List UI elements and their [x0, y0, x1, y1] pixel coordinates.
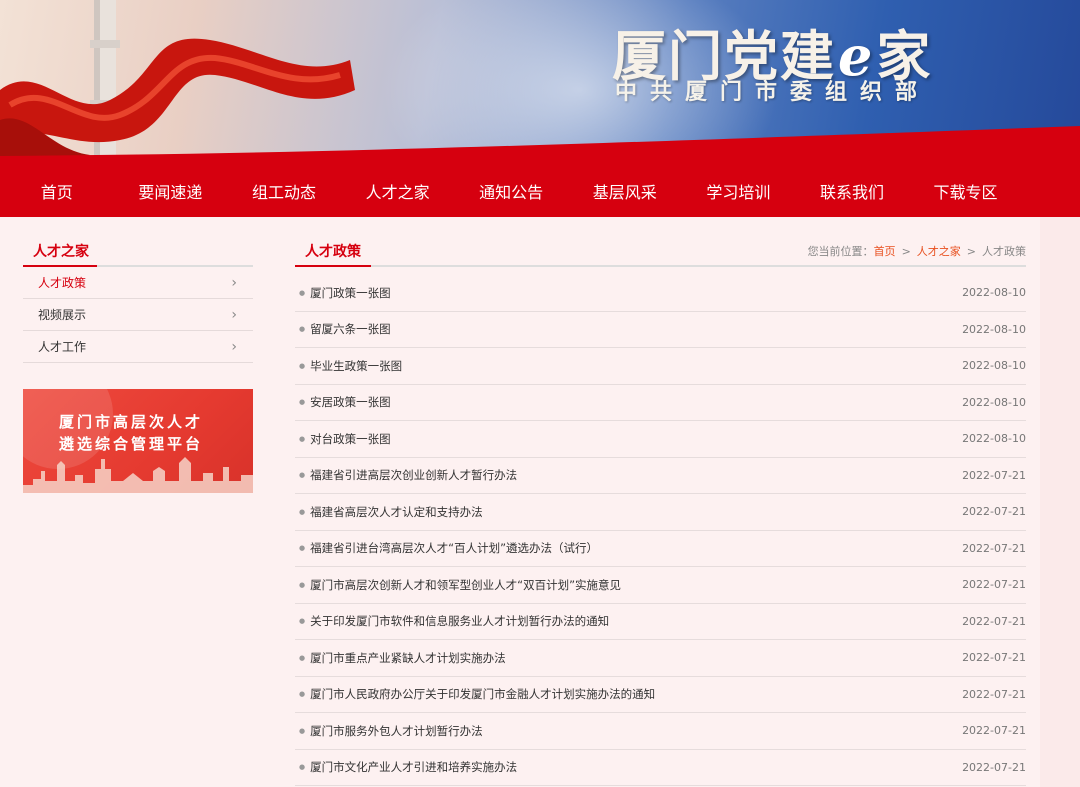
- sidebar-item-videos[interactable]: 视频展示 ›: [23, 299, 253, 331]
- article-date: 2022-08-10: [962, 322, 1026, 336]
- article-title[interactable]: 福建省引进高层次创业创新人才暂行办法: [299, 467, 517, 483]
- list-item[interactable]: 对台政策一张图 2022-08-10: [295, 421, 1026, 458]
- article-list: 厦门政策一张图 2022-08-10 留厦六条一张图 2022-08-10 毕业生政…: [295, 275, 1026, 786]
- article-date: 2022-07-21: [962, 505, 1026, 519]
- header-banner: 厦门党建e家 中共厦门市委组织部: [0, 0, 1080, 165]
- city-skyline-icon: [23, 457, 253, 493]
- talent-platform-banner[interactable]: 厦门市高层次人才 遴选综合管理平台: [23, 389, 253, 493]
- list-item[interactable]: 安居政策一张图 2022-08-10: [295, 385, 1026, 421]
- article-title[interactable]: 对台政策一张图: [299, 431, 391, 447]
- article-title[interactable]: 厦门市重点产业紧缺人才计划实施办法: [299, 650, 506, 666]
- nav-item-downloads[interactable]: 下载专区: [909, 179, 1023, 203]
- promo-line-1: 厦门市高层次人才: [59, 413, 204, 431]
- sidebar-heading-label: 人才之家: [23, 241, 97, 267]
- content-heading: 人才政策 您当前位置：首页 > 人才之家 > 人才政策: [295, 241, 1026, 267]
- breadcrumb-separator: >: [966, 245, 976, 258]
- article-date: 2022-08-10: [962, 395, 1026, 409]
- nav-item-training[interactable]: 学习培训: [682, 179, 796, 203]
- list-item[interactable]: 福建省高层次人才认定和支持办法 2022-07-21: [295, 494, 1026, 531]
- article-date: 2022-07-21: [962, 578, 1026, 592]
- breadcrumb-prefix: 您当前位置：: [807, 245, 874, 258]
- nav-item-org-updates[interactable]: 组工动态: [227, 179, 341, 203]
- article-date: 2022-08-10: [962, 359, 1026, 373]
- article-title[interactable]: 留厦六条一张图: [299, 321, 391, 337]
- list-item[interactable]: 福建省引进台湾高层次人才“百人计划”遴选办法（试行） 2022-07-21: [295, 531, 1026, 567]
- list-item[interactable]: 福建省引进高层次创业创新人才暂行办法 2022-07-21: [295, 458, 1026, 494]
- article-date: 2022-08-10: [962, 432, 1026, 446]
- article-title[interactable]: 厦门市人民政府办公厅关于印发厦门市金融人才计划实施办法的通知: [299, 686, 655, 702]
- list-item[interactable]: 关于印发厦门市软件和信息服务业人才计划暂行办法的通知 2022-07-21: [295, 604, 1026, 640]
- list-item[interactable]: 厦门市重点产业紧缺人才计划实施办法 2022-07-21: [295, 640, 1026, 677]
- nav-item-contact[interactable]: 联系我们: [795, 179, 909, 203]
- main-area: 人才之家 人才政策 › 视频展示 › 人才工作 › 厦门市高层次人才 遴选综合管…: [0, 217, 1080, 787]
- sidebar-item-label: 人才工作: [38, 340, 87, 354]
- article-date: 2022-07-21: [962, 760, 1026, 774]
- chevron-right-icon: ›: [231, 338, 237, 355]
- sidebar-item-label: 人才政策: [38, 276, 87, 290]
- article-title[interactable]: 厦门政策一张图: [299, 285, 391, 301]
- sidebar-item-label: 视频展示: [38, 308, 87, 322]
- sidebar-menu: 人才政策 › 视频展示 › 人才工作 ›: [23, 267, 253, 363]
- article-date: 2022-07-21: [962, 614, 1026, 628]
- article-title[interactable]: 福建省引进台湾高层次人才“百人计划”遴选办法（试行）: [299, 540, 598, 556]
- article-date: 2022-08-10: [962, 286, 1026, 300]
- article-title[interactable]: 厦门市文化产业人才引进和培养实施办法: [299, 759, 517, 775]
- chevron-right-icon: ›: [231, 274, 237, 291]
- content-panel: 人才政策 您当前位置：首页 > 人才之家 > 人才政策 厦门政策一张图 2022-08-1…: [295, 241, 1026, 786]
- breadcrumb-section-link[interactable]: 人才之家: [917, 245, 961, 258]
- sidebar-item-talent-policy[interactable]: 人才政策 ›: [23, 267, 253, 299]
- sidebar-heading: 人才之家: [23, 241, 253, 267]
- article-date: 2022-07-21: [962, 724, 1026, 738]
- nav-item-news[interactable]: 要闻速递: [114, 179, 228, 203]
- article-title[interactable]: 安居政策一张图: [299, 394, 391, 410]
- nav-item-notices[interactable]: 通知公告: [454, 179, 568, 203]
- list-item[interactable]: 毕业生政策一张图 2022-08-10: [295, 348, 1026, 385]
- site-subtitle: 中共厦门市委组织部: [615, 80, 931, 105]
- article-title[interactable]: 厦门市服务外包人才计划暂行办法: [299, 723, 483, 739]
- article-date: 2022-07-21: [962, 541, 1026, 555]
- sidebar-item-talent-work[interactable]: 人才工作 ›: [23, 331, 253, 363]
- article-title[interactable]: 关于印发厦门市软件和信息服务业人才计划暂行办法的通知: [299, 613, 609, 629]
- article-title[interactable]: 福建省高层次人才认定和支持办法: [299, 504, 483, 520]
- content-heading-label: 人才政策: [295, 241, 371, 267]
- chevron-right-icon: ›: [231, 306, 237, 323]
- breadcrumb-separator: >: [901, 245, 911, 258]
- right-margin: [1040, 217, 1080, 787]
- list-item[interactable]: 厦门政策一张图 2022-08-10: [295, 275, 1026, 312]
- breadcrumb: 您当前位置：首页 > 人才之家 > 人才政策: [808, 243, 1026, 259]
- list-item[interactable]: 留厦六条一张图 2022-08-10: [295, 312, 1026, 348]
- nav-item-home[interactable]: 首页: [0, 179, 114, 203]
- banner-curve: [0, 126, 1080, 165]
- nav-item-grassroots[interactable]: 基层风采: [568, 179, 682, 203]
- list-item[interactable]: 厦门市人民政府办公厅关于印发厦门市金融人才计划实施办法的通知 2022-07-21: [295, 677, 1026, 713]
- nav-item-talent[interactable]: 人才之家: [341, 179, 455, 203]
- sidebar: 人才之家 人才政策 › 视频展示 › 人才工作 › 厦门市高层次人才 遴选综合管…: [23, 241, 253, 493]
- breadcrumb-current: 人才政策: [982, 245, 1026, 258]
- list-item[interactable]: 厦门市服务外包人才计划暂行办法 2022-07-21: [295, 713, 1026, 750]
- breadcrumb-home-link[interactable]: 首页: [874, 245, 896, 258]
- list-item[interactable]: 厦门市文化产业人才引进和培养实施办法 2022-07-21: [295, 750, 1026, 786]
- article-date: 2022-07-21: [962, 468, 1026, 482]
- article-date: 2022-07-21: [962, 687, 1026, 701]
- main-nav: 首页 要闻速递 组工动态 人才之家 通知公告 基层风采 学习培训 联系我们 下载…: [0, 165, 1080, 217]
- article-date: 2022-07-21: [962, 651, 1026, 665]
- article-title[interactable]: 厦门市高层次创新人才和领军型创业人才“双百计划”实施意见: [299, 577, 621, 593]
- article-title[interactable]: 毕业生政策一张图: [299, 358, 402, 374]
- list-item[interactable]: 厦门市高层次创新人才和领军型创业人才“双百计划”实施意见 2022-07-21: [295, 567, 1026, 604]
